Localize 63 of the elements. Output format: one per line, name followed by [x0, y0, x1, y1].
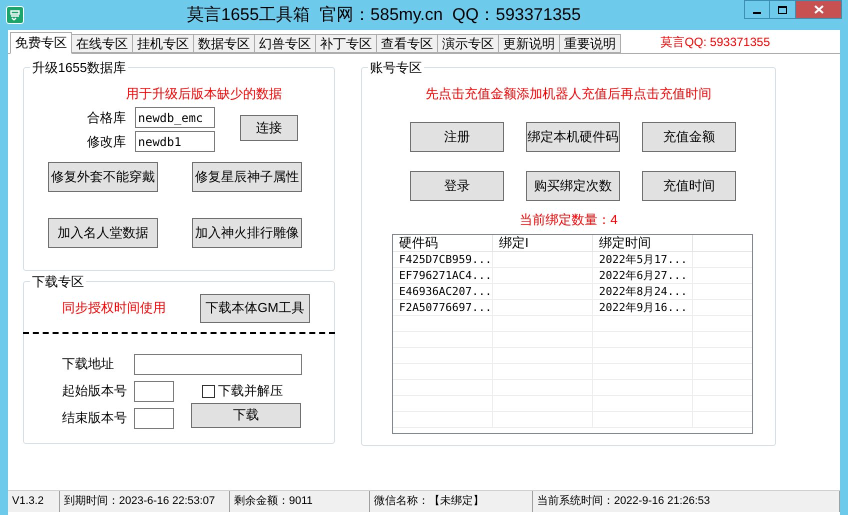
- button[interactable]: 购买绑定次数: [526, 171, 620, 201]
- close-icon[interactable]: [796, 0, 842, 19]
- button[interactable]: 加入名人堂数据: [48, 218, 158, 248]
- tab[interactable]: 查看专区: [377, 34, 438, 53]
- table-cell: 2022年9月16...: [593, 300, 693, 314]
- table-cell: EF796271AC4...: [393, 268, 493, 282]
- table-cell: 2022年8月24...: [593, 284, 693, 298]
- note-text: 同步授权时间使用: [62, 299, 166, 318]
- button[interactable]: 充值时间: [642, 171, 736, 201]
- field-label: 修改库: [87, 132, 127, 151]
- column-header[interactable]: 硬件码: [393, 234, 493, 250]
- table-cell: 2022年5月17...: [593, 252, 693, 266]
- tab[interactable]: 免费专区: [10, 32, 72, 54]
- field-label: 结束版本号: [62, 409, 128, 428]
- button[interactable]: 连接: [240, 115, 298, 141]
- maximize-icon[interactable]: [770, 0, 796, 19]
- table-cell: 2022年6月27...: [593, 268, 693, 282]
- field-label: 起始版本号: [62, 382, 128, 400]
- tab[interactable]: 补丁专区: [316, 34, 377, 53]
- column-header[interactable]: 绑定时间: [593, 234, 693, 250]
- minimize-icon[interactable]: [744, 0, 770, 19]
- status-text: 剩余金额：9011: [234, 494, 313, 510]
- group-title: 升级1655数据库: [31, 59, 127, 77]
- tab[interactable]: 演示专区: [438, 34, 499, 53]
- table-cell: F2A50776697...: [393, 300, 493, 314]
- button[interactable]: 下载本体GM工具: [200, 294, 310, 322]
- note-text: 用于升级后版本缺少的数据: [125, 84, 283, 102]
- status-text: 微信名称：【未绑定】: [374, 494, 484, 510]
- group-title: 下载专区: [31, 273, 85, 291]
- button[interactable]: 注册: [410, 122, 504, 152]
- note-text: 先点击充值金额添加机器人充值后再点击充值时间: [424, 84, 712, 102]
- button[interactable]: 加入神火排行雕像: [192, 218, 302, 248]
- tab[interactable]: 更新说明: [499, 34, 560, 53]
- tab[interactable]: 重要说明: [560, 34, 621, 53]
- status-text: 到期时间：2023-6-16 22:53:07: [64, 494, 216, 510]
- button[interactable]: 修复星辰神子属性: [192, 162, 302, 192]
- input-field[interactable]: [134, 354, 302, 374]
- window-title: 莫言1655工具箱 官网：585my.cn QQ：593371355: [186, 4, 582, 26]
- tab[interactable]: 在线专区: [72, 34, 133, 53]
- checkbox[interactable]: 下载并解压: [202, 381, 283, 401]
- column-header[interactable]: 绑定I: [493, 234, 593, 250]
- tab[interactable]: 挂机专区: [133, 34, 194, 53]
- field-label: 下载地址: [62, 355, 115, 374]
- tab[interactable]: 数据专区: [194, 34, 255, 53]
- input-field[interactable]: [134, 380, 174, 402]
- input-field[interactable]: newdb_emc: [135, 107, 215, 128]
- button[interactable]: 修复外套不能穿戴: [48, 162, 158, 192]
- button[interactable]: 绑定本机硬件码: [526, 122, 620, 152]
- app-icon: [6, 6, 24, 24]
- field-label: 合格库: [87, 108, 127, 127]
- status-text: V1.3.2: [12, 494, 44, 510]
- input-field[interactable]: newdb1: [135, 131, 215, 152]
- input-field[interactable]: [134, 408, 174, 428]
- status-text: 当前系统时间：2022-9-16 21:26:53: [537, 494, 710, 510]
- tab[interactable]: 幻兽专区: [255, 34, 316, 53]
- button[interactable]: 下载: [191, 402, 301, 428]
- button[interactable]: 充值金额: [642, 122, 736, 152]
- group-title: 账号专区: [369, 59, 423, 77]
- button[interactable]: 登录: [410, 171, 504, 201]
- table-cell: F425D7CB959...: [393, 252, 493, 266]
- table-cell: E46936AC207...: [393, 284, 493, 298]
- contact-text: 莫言QQ: 593371355: [660, 34, 770, 51]
- count-text: 当前绑定数量：4: [518, 211, 619, 229]
